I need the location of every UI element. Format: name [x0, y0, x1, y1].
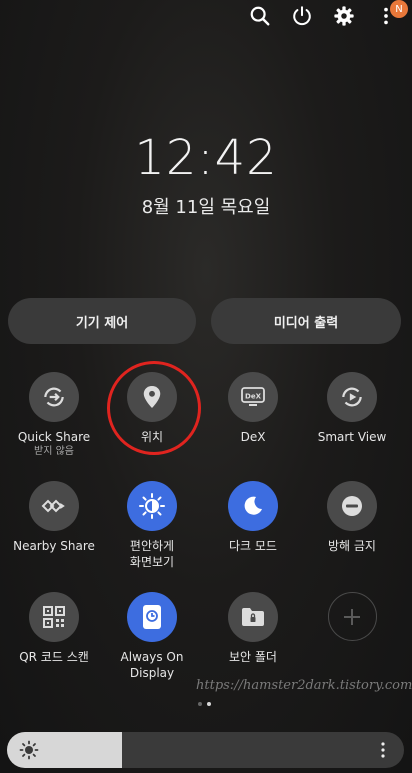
tile-nearby-share[interactable]: Nearby Share	[4, 481, 104, 554]
tile-quick-share[interactable]: Quick Share 받지 않음	[4, 372, 104, 459]
tile-label: QR 코드 스캔	[19, 650, 89, 664]
brightness-slider[interactable]	[7, 732, 404, 768]
page-dot[interactable]	[198, 702, 202, 706]
eye-comfort-icon	[127, 481, 177, 531]
tile-do-not-disturb[interactable]: 방해 금지	[302, 481, 402, 554]
dark-mode-moon-icon	[228, 481, 278, 531]
media-output-button[interactable]: 미디어 출력	[211, 298, 401, 344]
tile-eye-comfort[interactable]: 편안하게 화면보기	[102, 481, 202, 570]
dex-icon: DeX	[228, 372, 278, 422]
header-actions: N	[248, 0, 408, 28]
power-icon[interactable]	[290, 4, 314, 28]
tile-label: 다크 모드	[229, 539, 277, 553]
tile-label: 편안하게 화면보기	[129, 539, 175, 569]
notification-badge: N	[390, 0, 408, 18]
always-on-display-icon	[127, 592, 177, 642]
tile-secure-folder[interactable]: 보안 폴더	[203, 592, 303, 665]
settings-gear-icon[interactable]	[332, 4, 356, 28]
do-not-disturb-icon	[327, 481, 377, 531]
more-vertical-icon[interactable]: N	[374, 0, 408, 28]
clock-time: 12:42	[134, 130, 278, 186]
device-control-button[interactable]: 기기 제어	[8, 298, 196, 344]
svg-text:DeX: DeX	[245, 393, 262, 401]
tile-label: 방해 금지	[328, 539, 376, 553]
tile-dark-mode[interactable]: 다크 모드	[203, 481, 303, 554]
secure-folder-icon	[228, 592, 278, 642]
tile-dex[interactable]: DeX DeX	[203, 372, 303, 445]
location-highlight-circle	[107, 361, 201, 455]
page-indicator	[198, 702, 211, 706]
search-icon[interactable]	[248, 4, 272, 28]
tile-label: Smart View	[317, 430, 387, 444]
add-icon	[327, 592, 377, 641]
tile-always-on-display[interactable]: Always On Display	[102, 592, 202, 681]
tile-label: 보안 폴더	[229, 650, 277, 664]
tile-add[interactable]	[302, 592, 402, 641]
nearby-share-icon	[29, 481, 79, 531]
tile-label: Always On Display	[120, 650, 184, 680]
smart-view-icon	[327, 372, 377, 422]
tile-sublabel: 받지 않음	[34, 446, 74, 457]
qr-code-icon	[29, 592, 79, 642]
tile-label: Nearby Share	[13, 539, 95, 553]
tile-label: Quick Share	[17, 430, 91, 444]
page-dot-active[interactable]	[207, 702, 211, 706]
clock-date: 8월 11일 목요일	[141, 197, 271, 218]
watermark-text: https://hamster2dark.tistory.com	[196, 678, 412, 693]
tile-qr-scan[interactable]: QR 코드 스캔	[4, 592, 104, 665]
tile-smart-view[interactable]: Smart View	[302, 372, 402, 445]
tile-label: DeX	[240, 430, 266, 444]
brightness-sun-icon	[19, 740, 39, 765]
quick-share-icon	[29, 372, 79, 422]
brightness-more-icon[interactable]	[374, 741, 392, 764]
